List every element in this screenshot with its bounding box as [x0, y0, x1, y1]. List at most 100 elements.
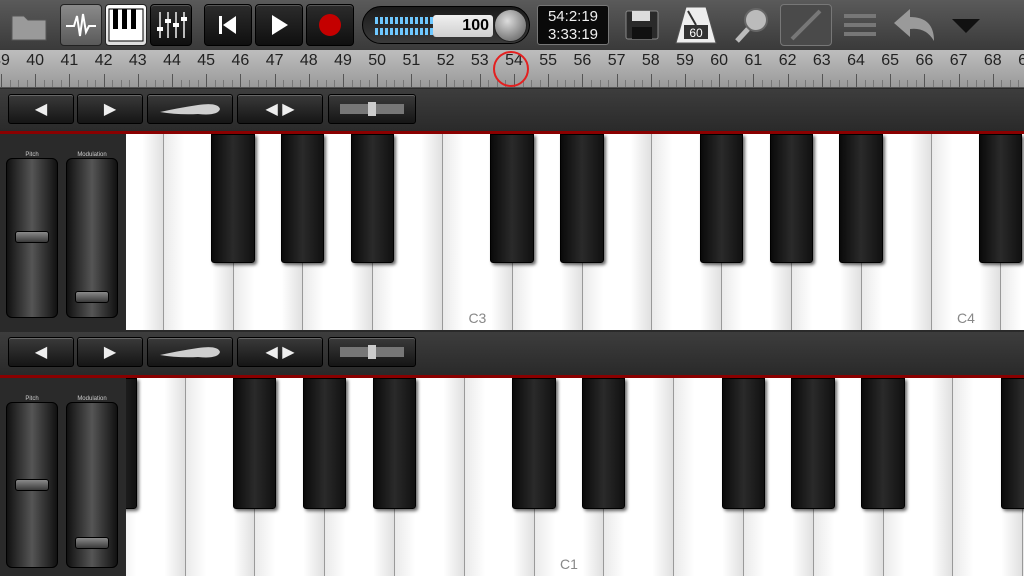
black-key[interactable]	[233, 378, 277, 509]
black-key[interactable]	[839, 134, 883, 264]
black-key[interactable]	[582, 378, 626, 509]
menu-icon[interactable]	[838, 4, 882, 46]
upper-piano-keyboard[interactable]: C3 C4	[126, 134, 1024, 330]
black-key[interactable]	[861, 378, 905, 509]
black-key[interactable]	[699, 134, 744, 264]
ruler-measure-number: 42	[94, 52, 113, 69]
modulation-wheel[interactable]	[66, 402, 118, 568]
ruler-minor-tick	[796, 80, 798, 87]
black-key[interactable]	[302, 378, 347, 509]
ruler-minor-tick	[907, 80, 909, 87]
ruler-minor-tick	[9, 80, 11, 87]
ruler-minor-tick	[394, 80, 396, 87]
time-display: 54:2:19 3:33:19	[537, 5, 609, 45]
modulation-wheel-handle[interactable]	[75, 291, 109, 303]
ruler-measure-number: 52	[436, 52, 455, 69]
playhead-marker[interactable]	[493, 51, 529, 87]
ruler-minor-tick	[146, 80, 148, 87]
black-key[interactable]	[372, 378, 416, 509]
pitch-wheel[interactable]	[6, 402, 58, 568]
upper-keyboard-controls: ◀ ▶ ◀ ▶	[0, 89, 1024, 131]
pitch-wheel-handle[interactable]	[15, 479, 49, 491]
tempo-slider[interactable]: 100	[362, 6, 530, 44]
ruler-minor-tick	[625, 80, 627, 87]
keyboard-scroller[interactable]	[328, 337, 416, 367]
ruler-major-tick	[650, 74, 652, 87]
keyboard-scroller[interactable]	[328, 94, 416, 124]
ruler-measure-number: 60	[710, 52, 729, 69]
lower-piano-keyboard[interactable]: C1	[126, 378, 1024, 576]
ruler-major-tick	[69, 74, 71, 87]
ruler-minor-tick	[317, 80, 319, 87]
black-key[interactable]	[721, 378, 765, 509]
ruler-measure-number: 50	[368, 52, 387, 69]
ruler-major-tick	[343, 74, 344, 87]
key-octave-label: C1	[560, 556, 578, 572]
ruler-minor-tick	[86, 80, 88, 87]
ruler-measure-number: 57	[607, 52, 626, 69]
ruler-measure-number: 51	[402, 52, 421, 69]
pitch-wheel-handle[interactable]	[15, 231, 49, 243]
black-key[interactable]	[281, 134, 325, 264]
ruler-minor-tick	[77, 80, 79, 87]
upper-wheels-panel: Pitch Modulation	[0, 134, 126, 330]
lower-wheels-panel: Pitch Modulation	[0, 378, 126, 576]
tempo-knob[interactable]	[494, 9, 527, 42]
octave-up-button[interactable]: ▶	[77, 94, 143, 124]
mixer-view-button[interactable]	[150, 4, 192, 46]
black-key[interactable]	[1000, 378, 1024, 509]
metronome-button[interactable]: 60	[670, 4, 722, 46]
modulation-wheel-handle[interactable]	[75, 537, 109, 549]
record-button[interactable]	[306, 4, 354, 46]
octave-up-button[interactable]: ▶	[77, 337, 143, 367]
ruler-minor-tick	[659, 80, 661, 87]
ruler-minor-tick	[838, 80, 840, 87]
ruler-minor-tick	[189, 80, 191, 87]
black-key[interactable]	[512, 378, 556, 509]
ruler-minor-tick	[266, 80, 268, 87]
save-icon[interactable]	[618, 4, 666, 46]
ruler-major-tick	[616, 74, 618, 87]
waveform-view-button[interactable]	[60, 4, 102, 46]
black-key[interactable]	[211, 134, 255, 264]
black-key[interactable]	[350, 134, 395, 264]
octave-down-button[interactable]: ◀	[8, 94, 74, 124]
ruler-minor-tick	[693, 80, 695, 87]
scroll-keys-button[interactable]: ◀ ▶	[237, 337, 323, 367]
folder-icon[interactable]	[6, 4, 52, 46]
black-key[interactable]	[769, 134, 813, 264]
modulation-wheel[interactable]	[66, 158, 118, 318]
pitch-wheel[interactable]	[6, 158, 58, 318]
ruler-minor-tick	[385, 80, 387, 87]
zoom-icon[interactable]	[728, 4, 776, 46]
pencil-icon[interactable]	[780, 4, 832, 46]
key-size-button[interactable]	[147, 94, 233, 124]
ruler-minor-tick	[60, 80, 62, 87]
black-key[interactable]	[979, 134, 1023, 264]
black-key[interactable]	[560, 134, 604, 264]
octave-down-button[interactable]: ◀	[8, 337, 74, 367]
ruler-minor-tick	[804, 80, 806, 87]
ruler-minor-tick	[539, 80, 541, 87]
ruler-minor-tick	[402, 80, 404, 87]
ruler-minor-tick	[283, 80, 285, 87]
rewind-to-start-button[interactable]	[204, 4, 252, 46]
ruler-minor-tick	[967, 80, 969, 87]
scroll-keys-button[interactable]: ◀ ▶	[237, 94, 323, 124]
keyboard-view-button[interactable]	[105, 4, 147, 46]
black-key[interactable]	[490, 134, 534, 264]
ruler-minor-tick	[214, 80, 216, 87]
key-octave-label: C4	[957, 310, 975, 326]
ruler-minor-tick	[360, 80, 362, 87]
black-key[interactable]	[791, 378, 835, 509]
ruler-minor-tick	[830, 80, 832, 87]
undo-icon[interactable]	[888, 4, 940, 46]
ruler-minor-tick	[667, 80, 669, 87]
play-button[interactable]	[255, 4, 303, 46]
ruler-minor-tick	[573, 80, 575, 87]
key-size-button[interactable]	[147, 337, 233, 367]
chevron-down-icon[interactable]	[944, 4, 988, 46]
ruler-measure-number: 64	[847, 52, 865, 69]
white-key[interactable]	[126, 134, 164, 330]
black-key[interactable]	[126, 378, 137, 509]
